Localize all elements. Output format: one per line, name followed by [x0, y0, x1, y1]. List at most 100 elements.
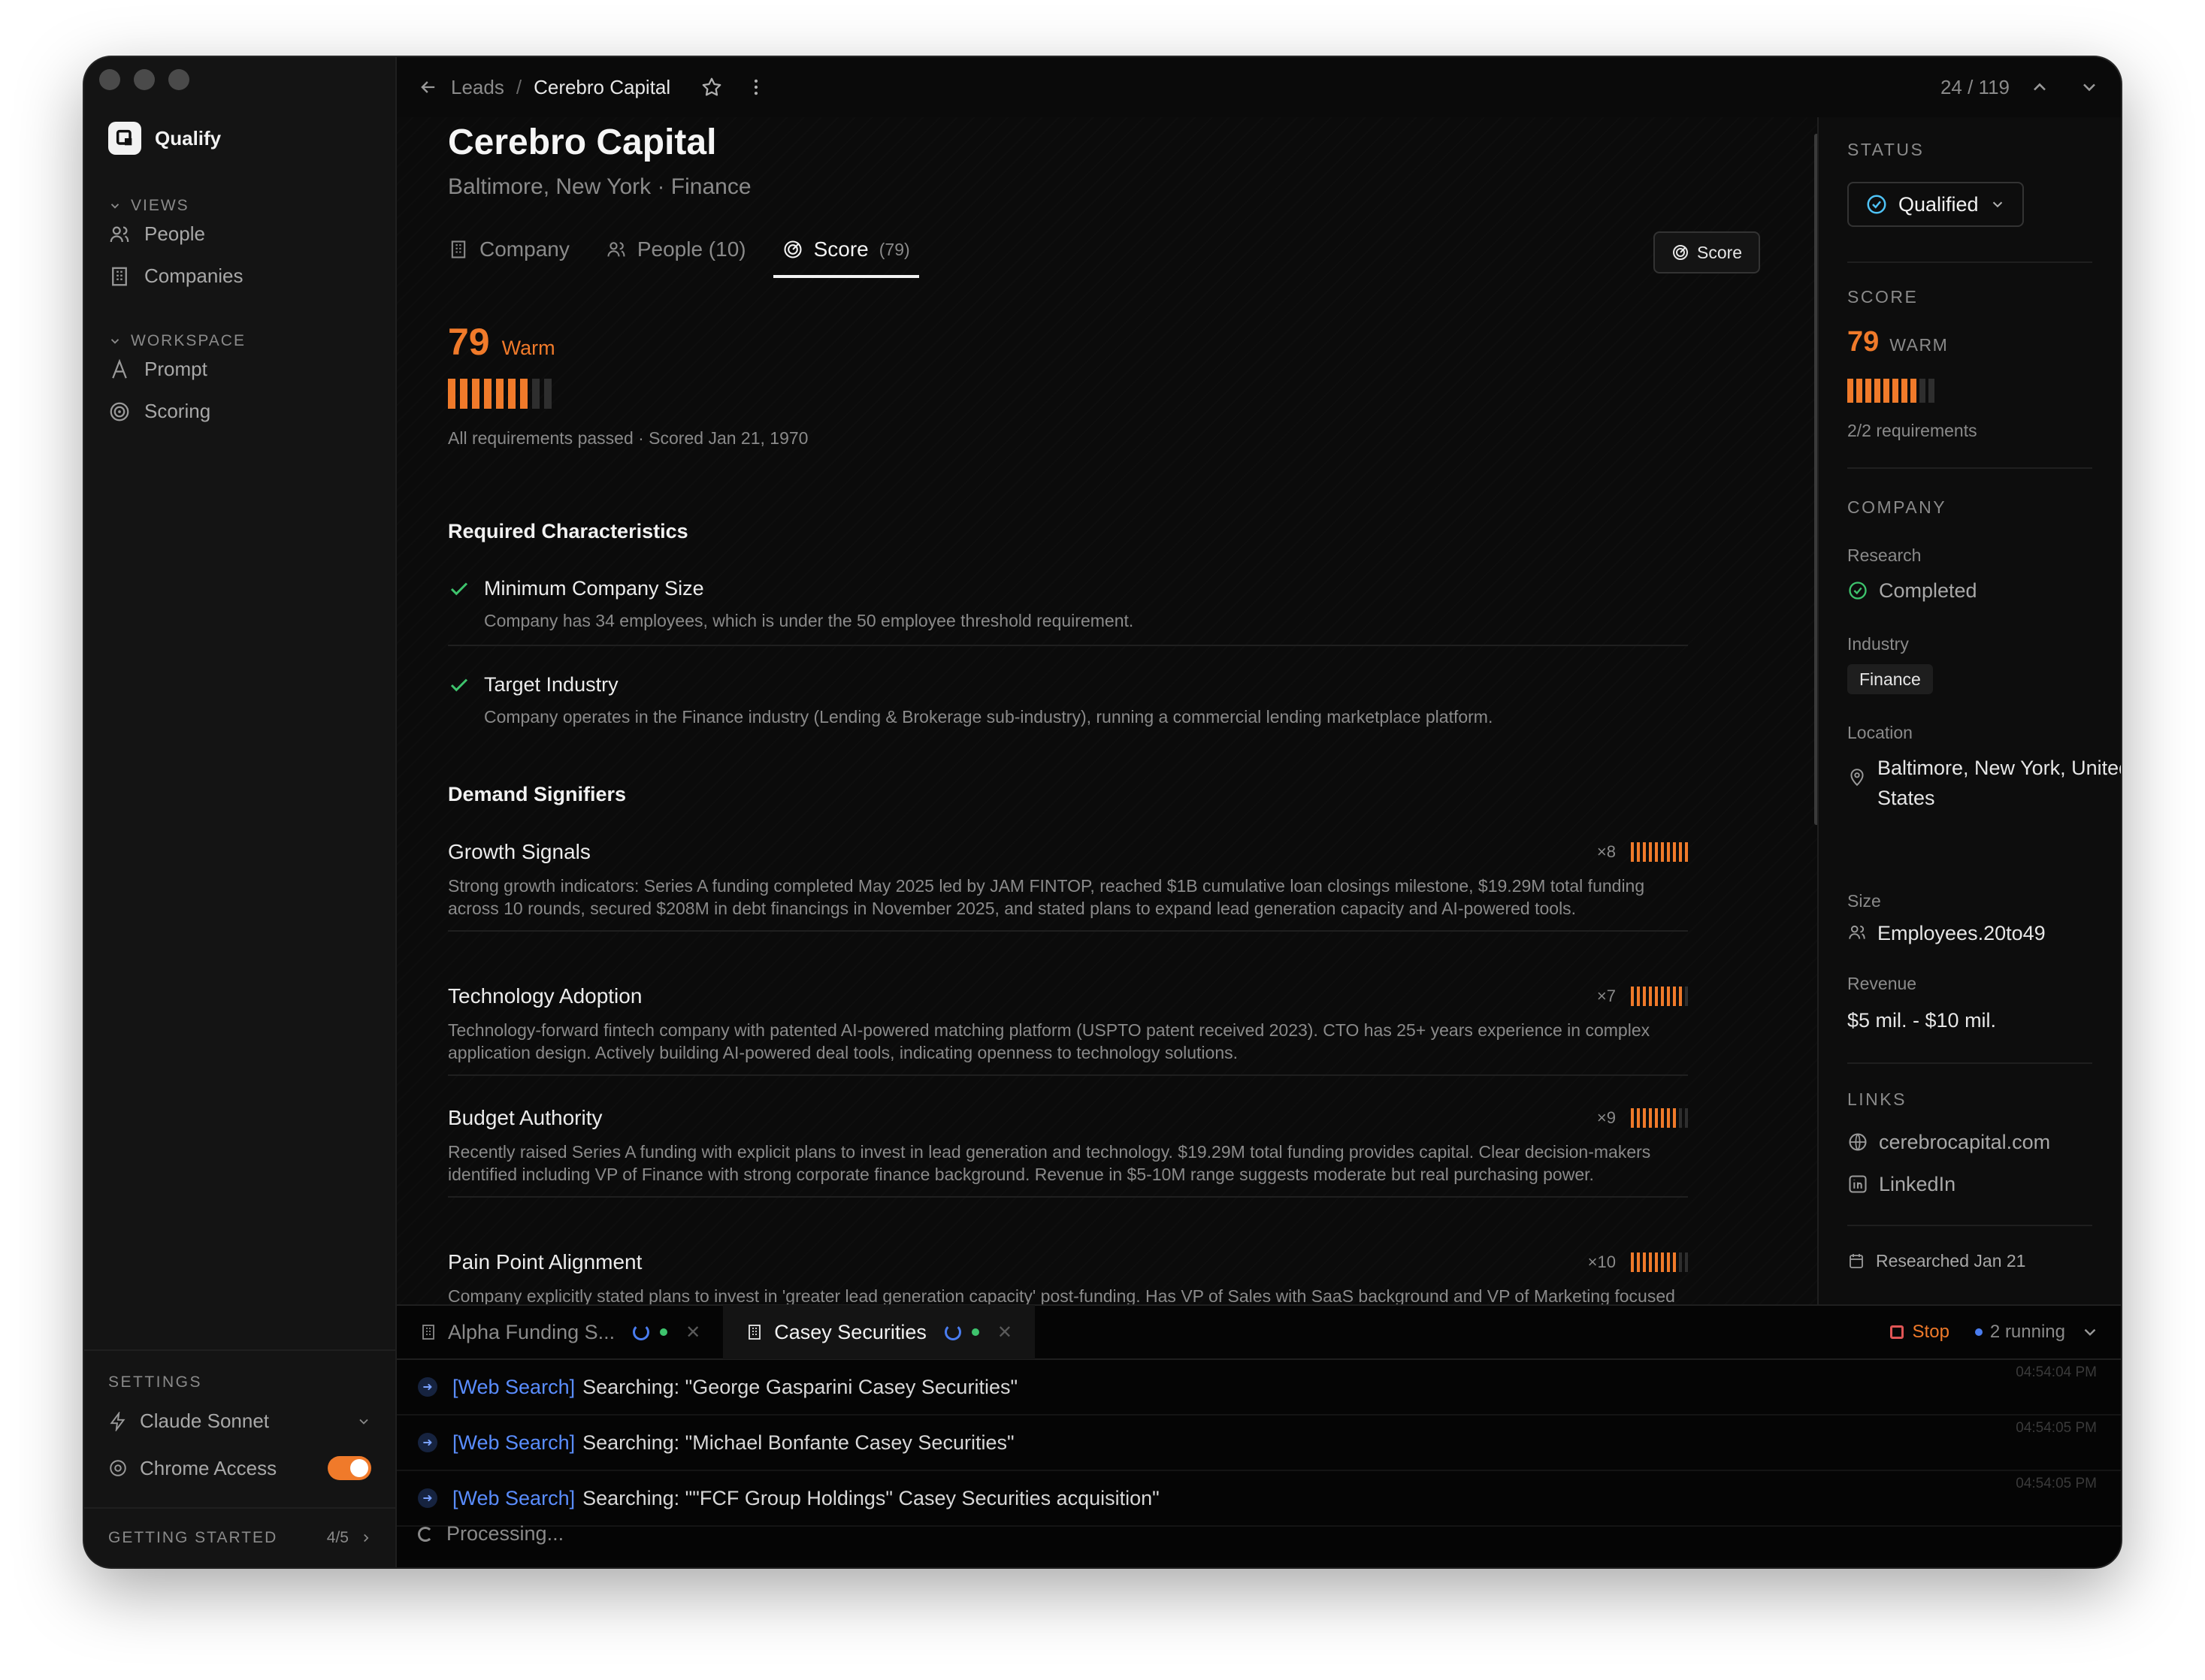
- loading-spinner-icon: [633, 1324, 650, 1340]
- bar-segment: [1631, 1252, 1634, 1272]
- signal-item: Budget Authority ×9 Recently raised Serie…: [448, 1106, 1688, 1198]
- activity-tab-label: Alpha Funding S...: [448, 1320, 616, 1343]
- top-bar: Leads / Cerebro Capital 24 / 119: [397, 57, 2121, 117]
- check-icon: [448, 674, 470, 696]
- size-value: Employees.20to49: [1847, 918, 2046, 948]
- tab-label: Company: [479, 237, 570, 261]
- industry-label: Industry: [1847, 634, 1909, 654]
- arrow-right-icon: ➜: [418, 1488, 437, 1508]
- bar-segment: [1910, 379, 1916, 403]
- activity-tab-alpha[interactable]: Alpha Funding S... ✕: [397, 1305, 723, 1359]
- back-arrow-icon[interactable]: [418, 77, 439, 98]
- star-icon[interactable]: [700, 76, 723, 98]
- signal-multiplier: ×7: [1596, 987, 1616, 1005]
- getting-started-link[interactable]: GETTING STARTED 4/5: [84, 1507, 397, 1567]
- log-tag: [Web Search]: [452, 1486, 576, 1509]
- status-dot-icon: [1974, 1328, 1983, 1336]
- close-icon[interactable]: ✕: [685, 1322, 700, 1343]
- close-icon[interactable]: ✕: [997, 1322, 1012, 1343]
- industry-chip: Finance: [1847, 664, 1933, 694]
- status-value: Qualified: [1898, 192, 1979, 216]
- bar-segment: [1631, 987, 1634, 1006]
- main-content[interactable]: Cerebro Capital Baltimore, New York · Fi…: [397, 117, 1817, 1364]
- sidebar-item-companies[interactable]: Companies: [108, 264, 243, 288]
- bar-segment: [1637, 987, 1640, 1006]
- chrome-access-toggle[interactable]: [328, 1456, 371, 1480]
- website-link[interactable]: cerebrocapital.com: [1847, 1127, 2050, 1157]
- minimize-window-button[interactable]: [134, 69, 155, 90]
- linkedin-link[interactable]: LinkedIn: [1847, 1169, 1955, 1199]
- sidebar: Qualify VIEWS People Companies WORKSPACE…: [84, 57, 397, 1567]
- page-title: Cerebro Capital: [448, 122, 717, 162]
- status-select[interactable]: Qualified: [1847, 182, 2024, 227]
- score-button-label: Score: [1697, 242, 1743, 262]
- log-time: 04:54:05 PM: [2016, 1476, 2097, 1491]
- bar-segment: [1631, 842, 1634, 862]
- size-text: Employees.20to49: [1877, 922, 2046, 944]
- log-entry: ➜ [Web Search] Searching: "Michael Bonfa…: [397, 1416, 2121, 1471]
- check-circle-icon: [1865, 193, 1888, 216]
- signal-bar: [1631, 1108, 1688, 1128]
- views-section-toggle[interactable]: VIEWS: [108, 197, 189, 215]
- building-icon: [108, 265, 131, 288]
- bar-segment: [1643, 987, 1646, 1006]
- signal-title: Pain Point Alignment: [448, 1250, 643, 1274]
- brand[interactable]: Qualify: [108, 122, 221, 155]
- globe-icon: [1847, 1132, 1868, 1153]
- stop-icon: [1889, 1325, 1904, 1339]
- revenue-value: $5 mil. - $10 mil.: [1847, 1009, 1997, 1032]
- log-entry: ➜ [Web Search] Searching: "George Gaspar…: [397, 1360, 2121, 1416]
- chevron-up-icon[interactable]: [2029, 77, 2050, 98]
- sidebar-item-scoring[interactable]: Scoring: [108, 400, 210, 423]
- tab-score[interactable]: Score (79): [773, 228, 919, 278]
- breadcrumb-leads[interactable]: Leads: [451, 76, 504, 99]
- bar-segment: [1673, 987, 1676, 1006]
- requirement-item: Minimum Company Size Company has 34 empl…: [448, 577, 1688, 646]
- tab-company[interactable]: Company: [439, 228, 579, 278]
- required-heading: Required Characteristics: [448, 520, 688, 542]
- chrome-access-label: Chrome Access: [140, 1456, 277, 1479]
- chrome-access-row: Chrome Access: [108, 1456, 371, 1480]
- maximize-window-button[interactable]: [168, 69, 189, 90]
- size-label: Size: [1847, 891, 1881, 911]
- lightning-icon: [108, 1411, 128, 1431]
- bar-segment: [1685, 842, 1688, 862]
- bar-segment: [496, 379, 504, 409]
- building-icon: [419, 1323, 437, 1341]
- activity-tab-casey[interactable]: Casey Securities ✕: [723, 1305, 1035, 1359]
- score-meta: All requirements passed · Scored Jan 21,…: [448, 428, 809, 448]
- website-text: cerebrocapital.com: [1879, 1131, 2051, 1153]
- bar-segment: [520, 379, 528, 409]
- signal-multiplier: ×10: [1587, 1252, 1616, 1271]
- score-button[interactable]: Score: [1653, 231, 1761, 273]
- bar-segment: [1856, 379, 1862, 403]
- score-summary: 79 Warm: [448, 320, 555, 364]
- research-value: Completed: [1879, 579, 1977, 602]
- more-vertical-icon[interactable]: [746, 77, 767, 98]
- research-label: Research: [1847, 545, 1922, 565]
- stop-label: Stop: [1912, 1322, 1949, 1342]
- status-dot-icon: [971, 1328, 979, 1336]
- workspace-section-toggle[interactable]: WORKSPACE: [108, 332, 246, 350]
- location-text: Baltimore, New York, United States: [1877, 757, 2121, 809]
- bar-segment: [1655, 1252, 1658, 1272]
- chevron-down-icon[interactable]: [2080, 1322, 2100, 1342]
- model-select[interactable]: Claude Sonnet: [108, 1410, 371, 1433]
- status-dot-icon: [660, 1328, 668, 1336]
- research-status: Completed: [1847, 576, 1977, 606]
- bar-segment: [1892, 379, 1898, 403]
- sidebar-item-people[interactable]: People: [108, 222, 205, 246]
- tab-people[interactable]: People (10): [597, 228, 755, 278]
- log-tag: [Web Search]: [452, 1431, 576, 1454]
- score-bar: [448, 379, 552, 409]
- chevron-down-icon: [108, 199, 122, 213]
- bar-segment: [1883, 379, 1889, 403]
- close-window-button[interactable]: [99, 69, 120, 90]
- sidebar-item-prompt[interactable]: Prompt: [108, 358, 207, 381]
- people-icon: [1847, 923, 1867, 942]
- stop-button[interactable]: Stop: [1889, 1322, 1949, 1343]
- breadcrumb-current: Cerebro Capital: [534, 75, 671, 98]
- bar-segment: [1649, 842, 1652, 862]
- processing-status: Processing...: [418, 1522, 564, 1546]
- chevron-down-icon[interactable]: [2079, 77, 2100, 98]
